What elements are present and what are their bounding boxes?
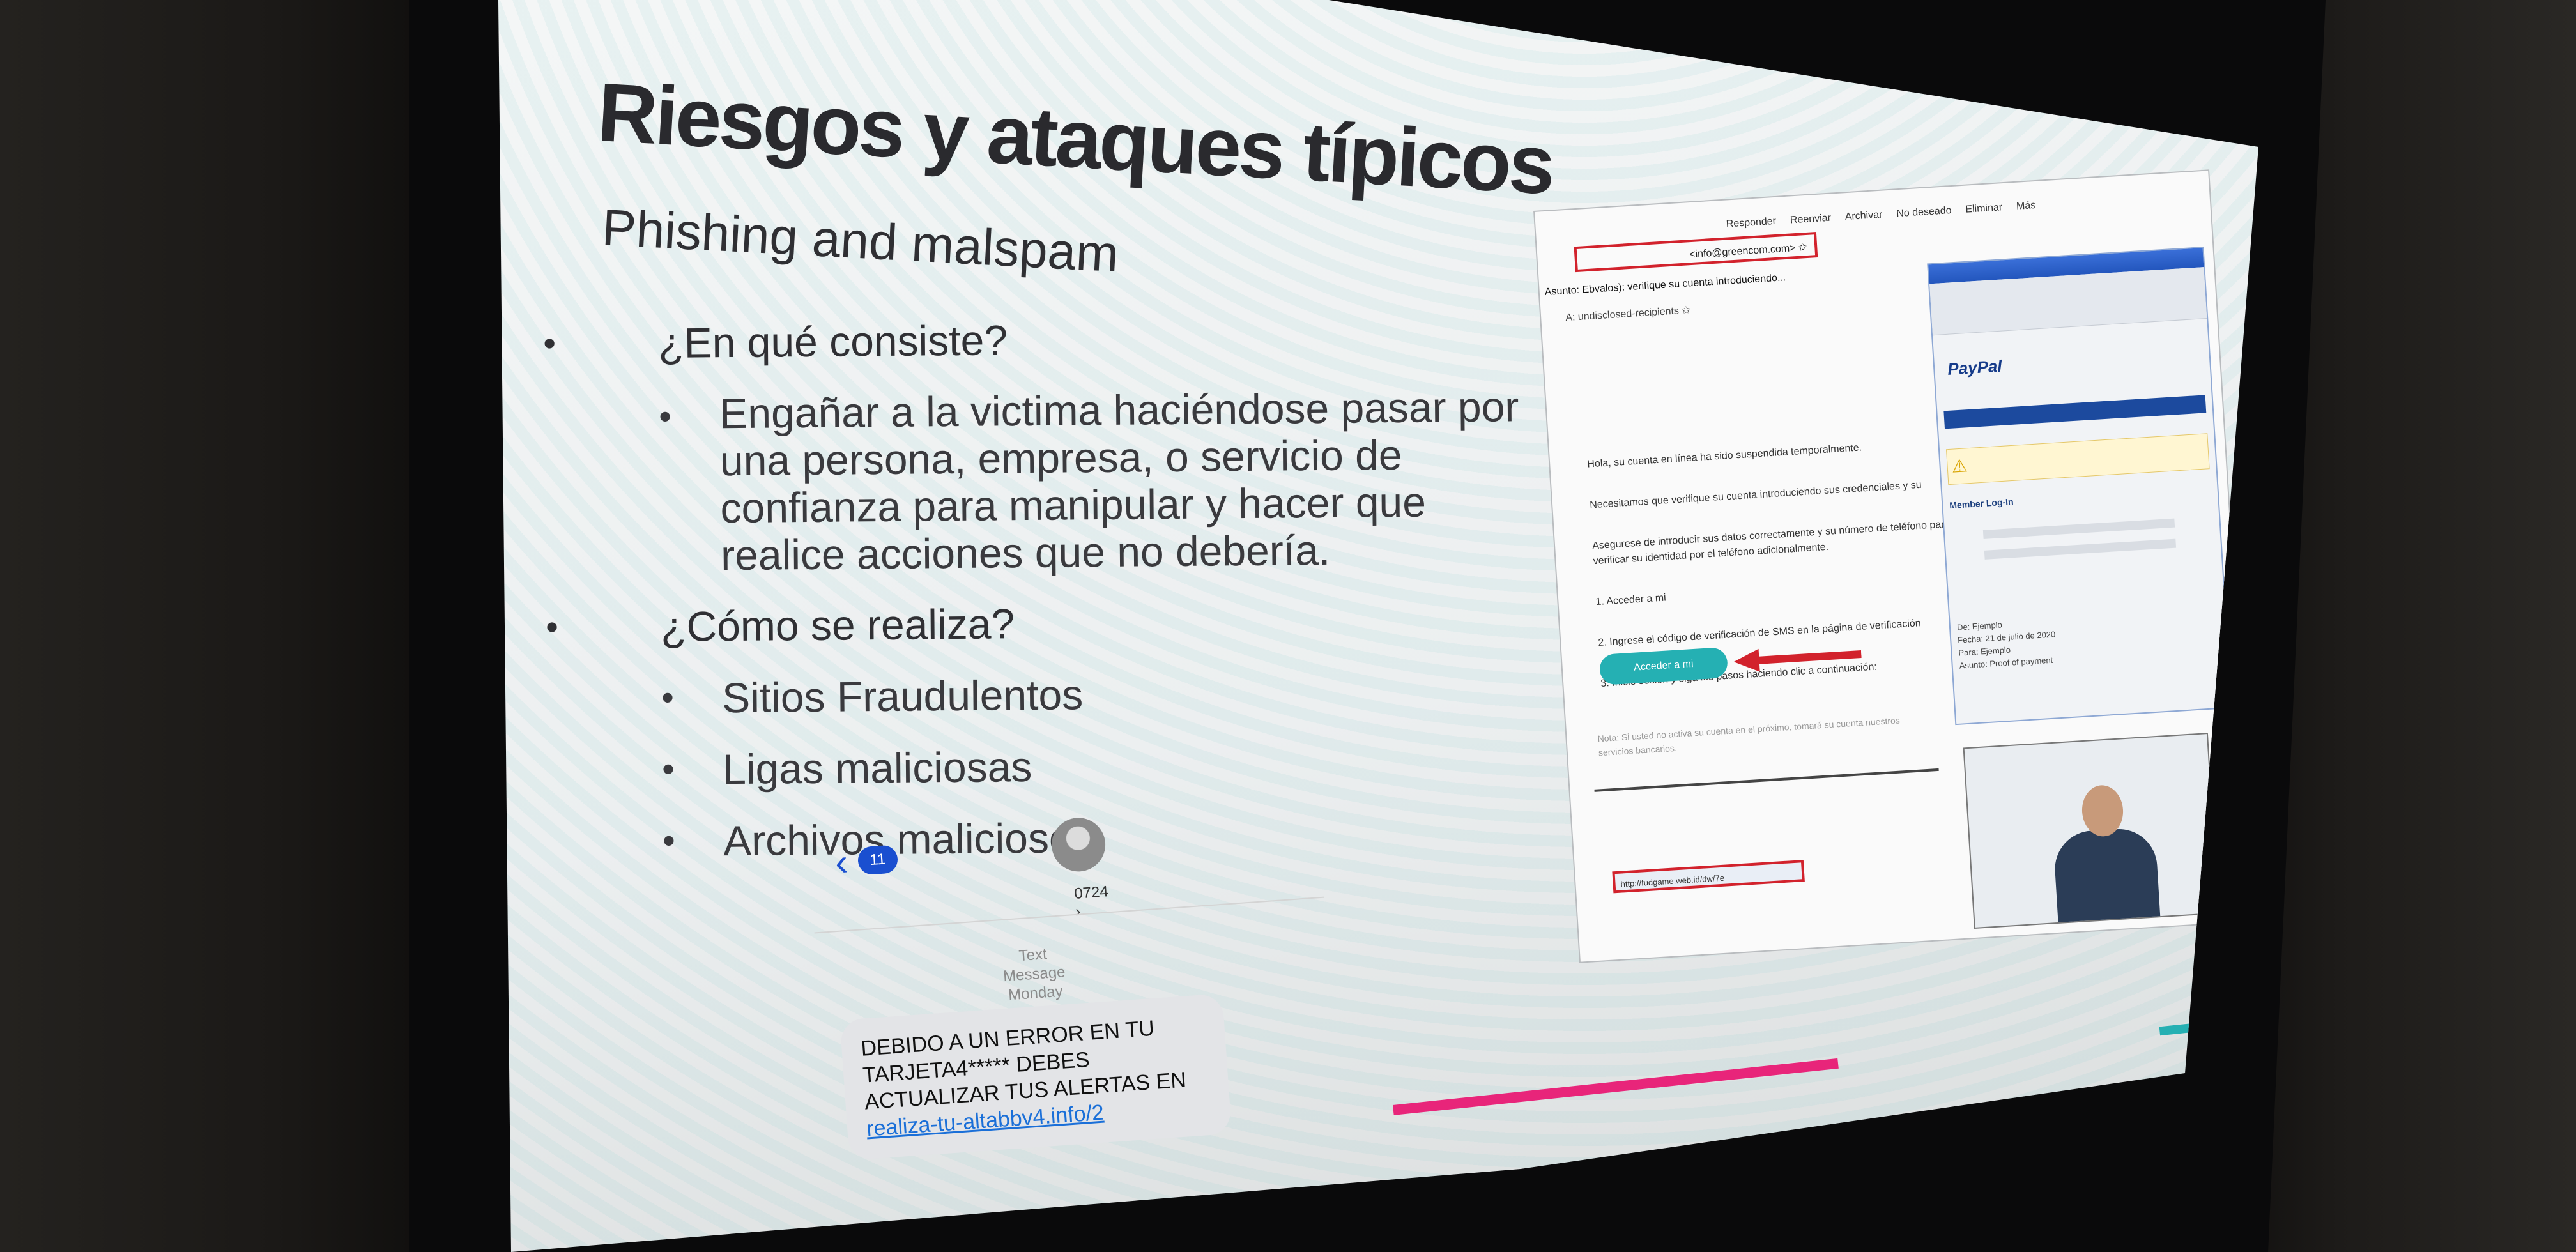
email-line: 1. Acceder a mi — [1595, 592, 1667, 608]
bullet-question-2: ¿Cómo se realiza? — [590, 595, 1552, 652]
bullet-list: ¿En qué consiste? Engañar a la victima h… — [588, 311, 1554, 866]
paypal-warning: ⚠ — [1945, 433, 2210, 485]
paypal-email-meta: De: Ejemplo Fecha: 21 de julio de 2020 P… — [1956, 615, 2057, 672]
sms-sender-number: 0724 › — [1073, 883, 1109, 920]
paypal-nav — [1943, 395, 2207, 429]
unread-badge: 11 — [857, 844, 899, 876]
bullet-question-1: ¿En qué consiste? — [588, 311, 1550, 368]
bullet-method-1: Sitios Fraudulentos — [591, 666, 1553, 723]
toolbar-forward: Reenviar — [1790, 212, 1832, 226]
progress-bar-pink — [1393, 1058, 1839, 1115]
monitor-screen: Riesgos y ataques típicos Phishing and m… — [498, 0, 2258, 1252]
paypal-fields — [1982, 518, 2177, 571]
bullet-answer-1: Engañar a la victima haciéndose pasar po… — [588, 383, 1552, 580]
background-wall-left — [0, 0, 460, 1252]
sms-text: DEBIDO A UN ERROR EN TU TARJETA4***** DE… — [860, 1016, 1187, 1115]
presenter-body — [2052, 827, 2162, 929]
paypal-browser-window: PayPal ⚠ Member Log-In De: Ejemplo Fecha… — [1927, 247, 2232, 726]
chevron-left-icon: ‹ — [833, 840, 850, 884]
warning-icon: ⚠ — [1951, 455, 1968, 477]
paypal-logo: PayPal — [1947, 356, 2003, 379]
email-line: Asegurese de introducir sus datos correc… — [1591, 519, 1951, 567]
sms-bubble: DEBIDO A UN ERROR EN TU TARJETA4***** DE… — [839, 993, 1232, 1161]
toolbar-reply: Responder — [1726, 215, 1777, 230]
slide-title: Riesgos y ataques típicos — [595, 65, 1556, 212]
phishing-email-screenshot: Responder Reenviar Archivar No deseado E… — [1533, 169, 2256, 963]
sms-back-button: ‹ 11 — [833, 840, 906, 884]
toolbar-junk: No deseado — [1896, 205, 1952, 220]
sms-type: Text Message — [1002, 945, 1066, 986]
divider — [814, 896, 1324, 934]
toolbar-more: Más — [2016, 199, 2036, 212]
bullet-method-2: Ligas maliciosas — [592, 738, 1554, 795]
paypal-login-heading: Member Log-In — [1949, 496, 2014, 511]
presenter-video-tile — [1963, 733, 2220, 929]
slide-subtitle: Phishing and malspam — [601, 198, 1121, 283]
email-line: Necesitamos que verifique su cuenta intr… — [1589, 479, 1922, 511]
toolbar-archive: Archivar — [1844, 209, 1883, 223]
toolbar-delete: Eliminar — [1965, 202, 2003, 215]
